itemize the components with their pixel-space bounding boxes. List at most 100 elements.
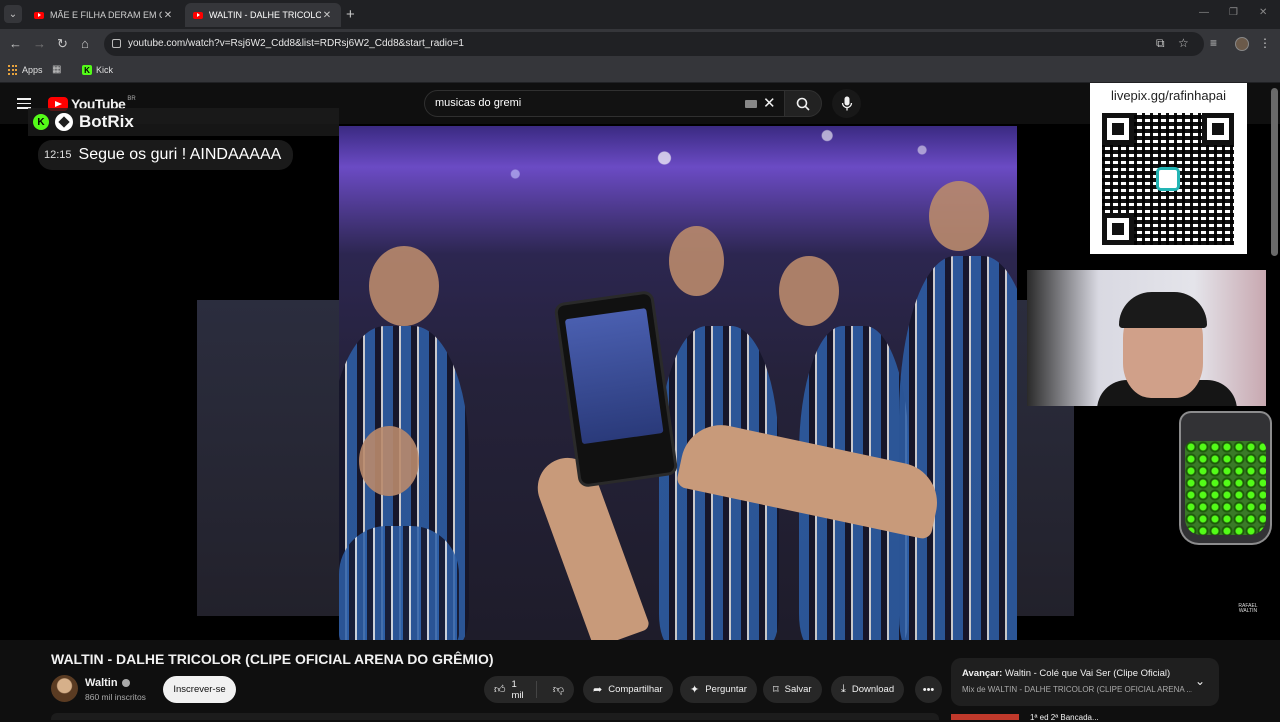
- up-next-line: Avançar: Waltin - Colé que Vai Ser (Clip…: [962, 668, 1192, 679]
- search-button[interactable]: [784, 90, 822, 117]
- forward-icon[interactable]: →: [33, 36, 46, 51]
- up-next-card[interactable]: Avançar: Waltin - Colé que Vai Ser (Clip…: [951, 658, 1219, 706]
- chevron-down-icon[interactable]: ⌄: [1195, 674, 1205, 688]
- kick-badge-icon: K: [33, 114, 49, 130]
- next-video-title[interactable]: 1ª ed 2ª Bancada...: [1030, 713, 1099, 722]
- phone-screen: [564, 308, 664, 445]
- next-video-thumbnail[interactable]: [951, 714, 1019, 720]
- description-box[interactable]: [51, 713, 939, 720]
- like-count: 1 mil: [511, 678, 524, 701]
- share-icon: ➦: [593, 684, 603, 696]
- tab-2[interactable]: WALTIN - DALHE TRICOLOR (CL ✕: [185, 3, 341, 27]
- botrix-badge-icon: [55, 113, 73, 131]
- qr-center-logo: [1156, 167, 1180, 191]
- youtube-favicon-icon: [34, 11, 44, 19]
- up-next-prefix: Avançar:: [962, 668, 1003, 679]
- fan-figure: [899, 256, 1017, 640]
- install-app-icon[interactable]: ⧉: [1156, 36, 1165, 51]
- site-info-icon[interactable]: [112, 39, 121, 48]
- restore-icon[interactable]: ❐: [1229, 7, 1238, 18]
- like-button[interactable]: 👍︎ 1 mil: [484, 678, 537, 701]
- up-next-title: Waltin - Colé que Vai Ser (Clipe Oficial…: [1004, 668, 1171, 679]
- tab-1[interactable]: MÃE E FILHA DERAM EM CIMA ✕: [26, 3, 182, 27]
- media-control-icon[interactable]: ≡: [1210, 36, 1217, 50]
- tab-groups-icon[interactable]: ▦: [52, 64, 61, 75]
- qr-finder: [1102, 113, 1134, 145]
- botrix-name: BotRix: [79, 112, 134, 131]
- channel-name-link[interactable]: Waltin: [85, 677, 130, 689]
- subscriber-count: 860 mil inscritos: [85, 692, 146, 702]
- sparkle-icon: ✦: [690, 684, 700, 696]
- webcam-hair: [1119, 292, 1207, 328]
- back-icon[interactable]: ←: [9, 36, 22, 51]
- keyboard-icon[interactable]: [745, 100, 757, 108]
- close-tab-icon[interactable]: ✕: [321, 10, 333, 21]
- clear-search-icon[interactable]: ✕: [763, 94, 776, 112]
- save-button[interactable]: ⌑ Salvar: [763, 676, 822, 703]
- page-scrollbar[interactable]: [1271, 88, 1278, 256]
- save-label: Salvar: [784, 684, 812, 695]
- thumbs-down-icon: 👎︎: [552, 684, 564, 696]
- bookmark-kick[interactable]: K Kick: [82, 65, 113, 75]
- fan-head: [779, 256, 839, 326]
- menu-kebab-icon[interactable]: ⋮: [1259, 36, 1271, 50]
- tab-title: WALTIN - DALHE TRICOLOR (CL: [209, 10, 321, 20]
- tab-search-dropdown[interactable]: ⌄: [4, 5, 22, 23]
- home-icon[interactable]: ⌂: [81, 36, 89, 51]
- more-actions-button[interactable]: •••: [915, 676, 942, 703]
- video-player[interactable]: RAFAEL WALTIN: [0, 124, 1280, 640]
- channel-name: Waltin: [85, 677, 118, 689]
- kick-icon: K: [82, 65, 92, 75]
- like-dislike-group: 👍︎ 1 mil 👎︎: [484, 676, 574, 703]
- reload-icon[interactable]: ↻: [57, 36, 68, 52]
- youtube-favicon-icon: [193, 11, 203, 19]
- dislike-button[interactable]: 👎︎: [543, 683, 574, 696]
- close-window-icon[interactable]: ✕: [1259, 7, 1267, 18]
- chat-time: 12:15: [44, 149, 72, 161]
- tab-title: MÃE E FILHA DERAM EM CIMA: [50, 10, 162, 20]
- minimize-icon[interactable]: —: [1199, 7, 1209, 18]
- botrix-chat-overlay: K BotRix 12:15 Segue os guri ! AINDAAAAA: [28, 108, 339, 170]
- streamer-webcam: [1027, 270, 1266, 406]
- download-icon: ⤓: [841, 683, 846, 695]
- voice-search-button[interactable]: [832, 89, 861, 118]
- channel-avatar[interactable]: [51, 675, 78, 702]
- livepix-qr-overlay: livepix.gg/rafinhapai: [1090, 83, 1247, 254]
- share-label: Compartilhar: [608, 684, 663, 695]
- search-icon: [796, 97, 810, 111]
- address-bar[interactable]: youtube.com/watch?v=Rsj6W2_Cdd8&list=RDR…: [104, 32, 1204, 56]
- watermark: RAFAEL WALTIN: [1238, 603, 1258, 614]
- microphone-icon: [841, 96, 852, 111]
- kid-head: [359, 426, 419, 496]
- video-title: WALTIN - DALHE TRICOLOR (CLIPE OFICIAL A…: [51, 651, 494, 667]
- fan-head: [669, 226, 724, 296]
- address-toolbar: ← → ↻ ⌂ youtube.com/watch?v=Rsj6W2_Cdd8&…: [0, 29, 1280, 59]
- jar-contents: [1185, 441, 1266, 535]
- more-horizontal-icon: •••: [922, 683, 935, 696]
- thumbs-up-icon: 👍︎: [494, 684, 506, 696]
- bookmark-label: Kick: [96, 65, 114, 75]
- qr-code-icon: [1102, 113, 1234, 245]
- subscribe-button[interactable]: Inscrever-se: [163, 676, 236, 703]
- apps-grid-icon: [8, 65, 18, 75]
- up-next-subtitle: Mix de WALTIN - DALHE TRICOLOR (CLIPE OF…: [962, 685, 1192, 694]
- ask-label: Perguntar: [705, 684, 747, 695]
- share-button[interactable]: ➦ Compartilhar: [583, 676, 673, 703]
- chat-message: 12:15 Segue os guri ! AINDAAAAA: [38, 140, 294, 170]
- new-tab-button[interactable]: +: [346, 6, 355, 23]
- bookmark-apps[interactable]: Apps: [8, 65, 43, 75]
- qr-finder: [1102, 213, 1134, 245]
- region-code: BR: [127, 96, 136, 102]
- search-value: musicas do gremi: [435, 97, 522, 109]
- close-tab-icon[interactable]: ✕: [162, 10, 174, 21]
- botrix-header: K BotRix: [28, 108, 339, 136]
- chat-text: Segue os guri ! AINDAAAAA: [78, 146, 282, 163]
- download-button[interactable]: ⤓ Download: [831, 676, 905, 703]
- bookmark-label: Apps: [22, 65, 43, 75]
- kid-figure: [339, 526, 459, 640]
- ask-button[interactable]: ✦ Perguntar: [680, 676, 757, 703]
- profile-avatar[interactable]: [1235, 37, 1249, 51]
- download-label: Download: [851, 684, 895, 695]
- bookmark-star-icon[interactable]: ☆: [1178, 36, 1189, 50]
- search-input[interactable]: musicas do gremi: [424, 90, 786, 117]
